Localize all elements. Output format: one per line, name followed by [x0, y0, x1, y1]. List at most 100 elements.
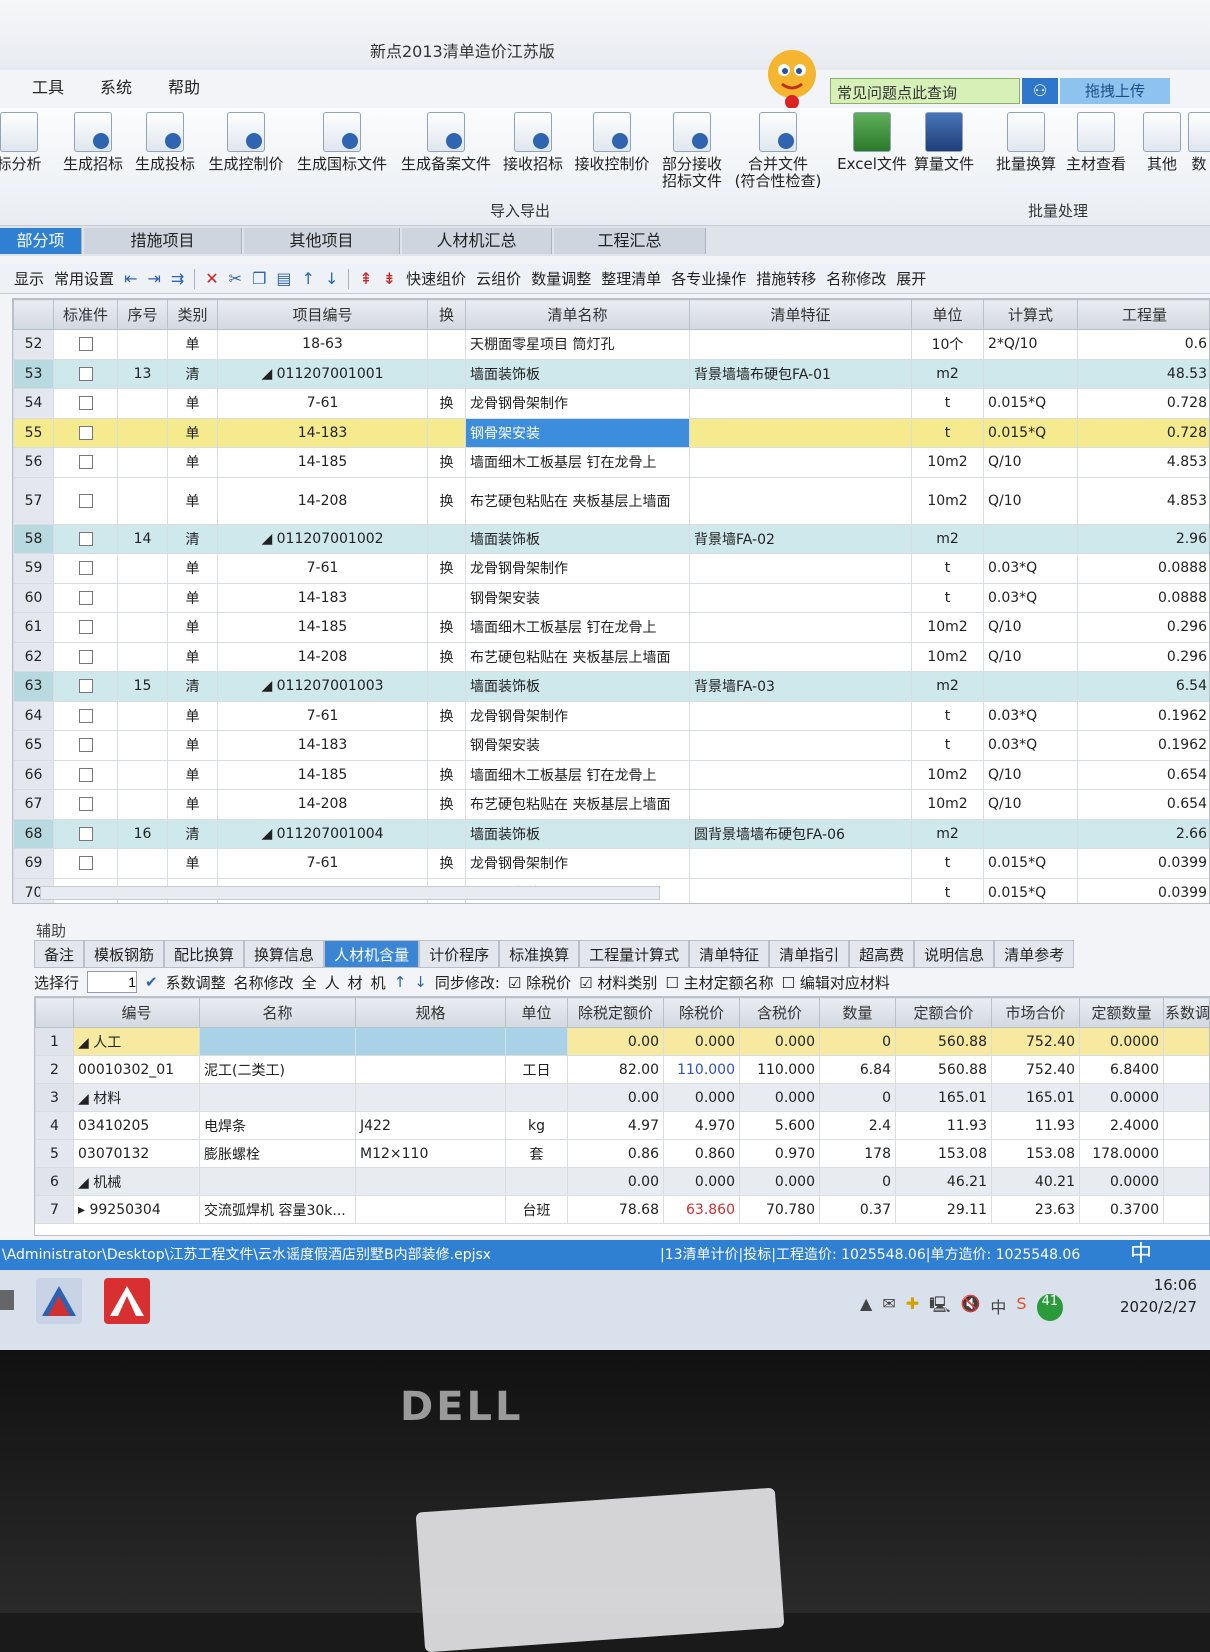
row-unit[interactable]: t — [912, 554, 984, 584]
resource-row[interactable]: 3◢ 材料0.000.0000.0000165.01165.010.0000 — [36, 1084, 1210, 1112]
table-row[interactable]: 56单14-185换墙面细木工板基层 钉在龙骨上10m2Q/104.853 — [14, 448, 1210, 478]
table-row[interactable]: 66单14-185换墙面细木工板基层 钉在龙骨上10m2Q/100.654 — [14, 760, 1210, 790]
standard-checkbox[interactable] — [54, 554, 118, 584]
aux-col-header[interactable]: 系数调 — [1164, 998, 1210, 1028]
aux-tab[interactable]: 人材机含量 — [324, 940, 419, 968]
row-huan[interactable]: 换 — [428, 448, 466, 478]
ribbon-gen-control-price[interactable]: 生成控制价 — [204, 112, 288, 173]
ribbon-data[interactable]: 数 — [1188, 112, 1210, 173]
row-unit[interactable]: t — [912, 389, 984, 419]
resource-cell[interactable] — [1164, 1084, 1210, 1112]
row-number[interactable]: 58 — [14, 524, 54, 554]
row-unit[interactable]: 10m2 — [912, 790, 984, 820]
ribbon-other[interactable]: 其他 — [1140, 112, 1184, 173]
checkbox[interactable] — [79, 650, 93, 664]
table-row[interactable]: 62单14-208换布艺硬包粘贴在 夹板基层上墙面10m2Q/100.296 — [14, 642, 1210, 672]
row-qty[interactable]: 0.296 — [1078, 613, 1210, 643]
row-feature[interactable] — [690, 878, 912, 904]
row-type[interactable]: 单 — [168, 448, 218, 478]
sync-main-name-checkbox[interactable]: ☐ 主材定额名称 — [665, 972, 773, 993]
resource-cell[interactable]: 560.88 — [896, 1056, 992, 1084]
ribbon-receive-tender[interactable]: 接收招标 — [500, 112, 566, 173]
ribbon-batch-convert[interactable]: 批量换算 — [990, 112, 1062, 173]
resource-cell[interactable]: 110.000 — [740, 1056, 820, 1084]
resource-cell[interactable] — [356, 1084, 506, 1112]
resource-cell[interactable]: 2.4 — [820, 1112, 896, 1140]
row-huan[interactable] — [428, 524, 466, 554]
standard-checkbox[interactable] — [54, 731, 118, 761]
col-feature[interactable]: 清单特征 — [690, 300, 912, 330]
resource-cell[interactable] — [356, 1028, 506, 1056]
resource-cell[interactable]: 3 — [36, 1084, 74, 1112]
col-code[interactable]: 项目编号 — [218, 300, 428, 330]
resource-row[interactable]: 6◢ 机械0.000.0000.000046.2140.210.0000 — [36, 1168, 1210, 1196]
row-formula[interactable]: 0.015*Q — [984, 878, 1078, 904]
tab-labor-summary[interactable]: 人材机汇总 — [402, 228, 552, 254]
row-qty[interactable]: 0.0888 — [1078, 583, 1210, 613]
tb-quick-price[interactable]: 快速组价 — [406, 268, 466, 289]
aux-col-header[interactable]: 除税价 — [664, 998, 740, 1028]
downgrade-icon[interactable]: ⇟ — [383, 269, 396, 288]
resource-cell[interactable]: 153.08 — [896, 1140, 992, 1168]
row-feature[interactable] — [690, 790, 912, 820]
resource-cell[interactable]: 0.3700 — [1080, 1196, 1164, 1224]
row-formula[interactable] — [984, 524, 1078, 554]
row-formula[interactable]: 0.03*Q — [984, 583, 1078, 613]
row-formula[interactable]: 0.015*Q — [984, 418, 1078, 448]
resource-cell[interactable]: 82.00 — [568, 1056, 664, 1084]
resource-cell[interactable]: 台班 — [506, 1196, 568, 1224]
resource-cell[interactable]: J422 — [356, 1112, 506, 1140]
tray-wechat-icon[interactable]: ✉ — [882, 1294, 895, 1321]
ribbon-gen-tender[interactable]: 生成招标 — [60, 112, 126, 173]
row-feature[interactable]: 圆背景墙墙布硬包FA-06 — [690, 819, 912, 849]
resource-cell[interactable]: 29.11 — [896, 1196, 992, 1224]
row-type[interactable]: 清 — [168, 524, 218, 554]
resource-cell[interactable]: 78.68 — [568, 1196, 664, 1224]
col-huan[interactable]: 换 — [428, 300, 466, 330]
col-qty[interactable]: 工程量 — [1078, 300, 1210, 330]
row-qty[interactable]: 0.728 — [1078, 418, 1210, 448]
resource-cell[interactable]: 110.000 — [664, 1056, 740, 1084]
row-name[interactable]: 墙面细木工板基层 钉在龙骨上 — [466, 448, 690, 478]
faq-search-input[interactable]: 常见问题点此查询 — [830, 78, 1020, 104]
coef-adjust-button[interactable]: 系数调整 — [166, 972, 226, 993]
aux-tab[interactable]: 超高费 — [849, 940, 914, 968]
resource-cell[interactable]: 11.93 — [896, 1112, 992, 1140]
row-seq[interactable] — [118, 642, 168, 672]
resource-cell[interactable] — [506, 1028, 568, 1056]
row-code[interactable]: 18-63 — [218, 330, 428, 360]
table-row[interactable]: 69单7-61换龙骨钢骨架制作t0.015*Q0.0399 — [14, 849, 1210, 879]
volume-muted-icon[interactable]: 🔇 — [960, 1294, 980, 1321]
col-name[interactable]: 清单名称 — [466, 300, 690, 330]
row-name[interactable]: 布艺硬包粘贴在 夹板基层上墙面 — [466, 790, 690, 820]
insert-icon[interactable]: ⇤ — [124, 269, 137, 288]
row-unit[interactable]: 10m2 — [912, 448, 984, 478]
row-name[interactable]: 布艺硬包粘贴在 夹板基层上墙面 — [466, 477, 690, 524]
checkbox[interactable] — [79, 620, 93, 634]
row-feature[interactable] — [690, 583, 912, 613]
table-row[interactable]: 55单14-183钢骨架安装t0.015*Q0.728 — [14, 418, 1210, 448]
tab-other-items[interactable]: 其他项目 — [244, 228, 400, 254]
row-name[interactable]: 龙骨钢骨架制作 — [466, 849, 690, 879]
row-type[interactable]: 清 — [168, 359, 218, 389]
standard-checkbox[interactable] — [54, 359, 118, 389]
aux-col-header[interactable]: 单位 — [506, 998, 568, 1028]
upload-button[interactable]: 拖拽上传 — [1060, 78, 1170, 104]
row-formula[interactable]: Q/10 — [984, 613, 1078, 643]
row-feature[interactable] — [690, 418, 912, 448]
table-row[interactable]: 64单7-61换龙骨钢骨架制作t0.03*Q0.1962 — [14, 701, 1210, 731]
row-qty[interactable]: 6.54 — [1078, 672, 1210, 702]
row-feature[interactable]: 背景墙FA-02 — [690, 524, 912, 554]
resource-cell[interactable]: 6 — [36, 1168, 74, 1196]
row-formula[interactable]: 0.03*Q — [984, 701, 1078, 731]
resource-cell[interactable]: 4 — [36, 1112, 74, 1140]
filter-material[interactable]: 材 — [348, 972, 363, 993]
tray-lang[interactable]: 中 — [990, 1294, 1006, 1321]
row-feature[interactable] — [690, 760, 912, 790]
aux-col-header[interactable]: 规格 — [356, 998, 506, 1028]
resource-cell[interactable]: ▸ 99250304 — [74, 1196, 200, 1224]
table-row[interactable]: 52单18-63天棚面零星项目 筒灯孔10个2*Q/100.6 — [14, 330, 1210, 360]
row-feature[interactable] — [690, 701, 912, 731]
row-seq[interactable] — [118, 790, 168, 820]
ribbon-merge-file[interactable]: 合并文件 (符合性检查) — [728, 112, 828, 190]
